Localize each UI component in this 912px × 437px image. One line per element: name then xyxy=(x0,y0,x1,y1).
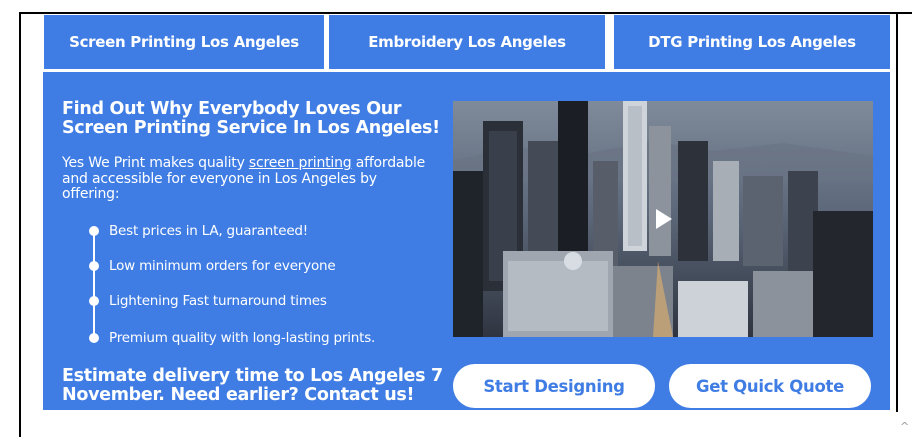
get-quick-quote-button[interactable]: Get Quick Quote xyxy=(669,364,871,408)
bullet-dot-icon xyxy=(89,226,99,236)
list-item: Low minimum orders for everyone xyxy=(89,257,449,275)
bullet-dot-icon xyxy=(89,261,99,271)
tab-embroidery[interactable]: Embroidery Los Angeles xyxy=(329,15,605,69)
list-item: Lightening Fast turnaround times xyxy=(89,292,449,310)
delivery-estimate-text: Estimate delivery time to Los Angeles 7 … xyxy=(62,366,443,405)
intro-paragraph: Yes We Print makes quality screen printi… xyxy=(62,155,432,203)
tab-dtg-printing[interactable]: DTG Printing Los Angeles xyxy=(614,15,890,69)
bullet-text: Premium quality with long-lasting prints… xyxy=(109,330,376,346)
start-designing-button[interactable]: Start Designing xyxy=(453,364,655,408)
play-icon[interactable] xyxy=(656,209,672,229)
bullet-dot-icon xyxy=(89,333,99,343)
bullet-text: Low minimum orders for everyone xyxy=(109,258,336,274)
list-item: Premium quality with long-lasting prints… xyxy=(89,329,449,347)
scroll-up-icon[interactable]: ^ xyxy=(900,420,909,433)
screen-printing-link[interactable]: screen printing xyxy=(249,155,352,171)
panel-headline: Find Out Why Everybody Loves Our Screen … xyxy=(62,99,440,138)
tab-screen-printing[interactable]: Screen Printing Los Angeles xyxy=(44,15,324,69)
frame-border-left xyxy=(19,12,21,437)
frame-border-top xyxy=(19,12,912,14)
frame-border-right xyxy=(896,12,898,412)
bullet-text: Best prices in LA, guaranteed! xyxy=(109,223,309,239)
bullet-text: Lightening Fast turnaround times xyxy=(109,293,327,309)
bullet-dot-icon xyxy=(89,296,99,306)
bullet-connector-line xyxy=(93,232,95,338)
list-item: Best prices in LA, guaranteed! xyxy=(89,222,449,240)
intro-text-before: Yes We Print makes quality xyxy=(62,155,249,171)
